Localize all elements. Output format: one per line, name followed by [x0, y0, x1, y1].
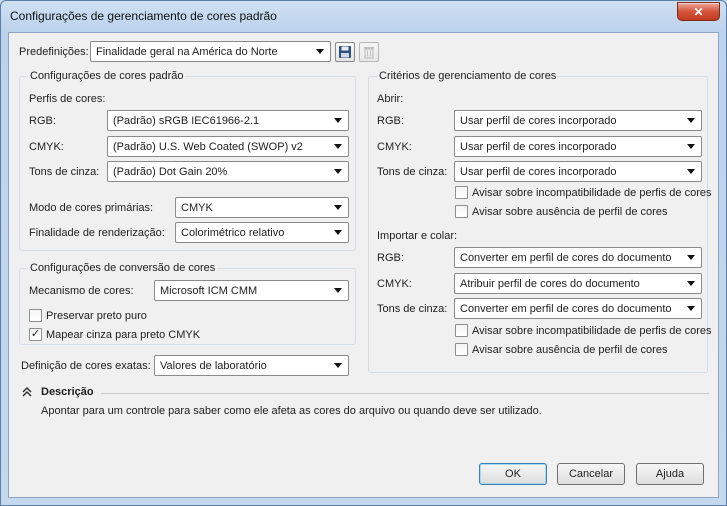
primary-color-mode-select[interactable]: CMYK — [175, 197, 349, 218]
map-gray-to-black-checkbox[interactable]: ✓ — [29, 328, 42, 341]
rendering-intent-label: Finalidade de renderização: — [29, 227, 165, 239]
trash-icon — [364, 47, 374, 59]
import-gray-policy-select[interactable]: Converter em perfil de cores do document… — [454, 298, 702, 319]
chevron-down-icon — [687, 281, 695, 286]
default-cmyk-select[interactable]: (Padrão) U.S. Web Coated (SWOP) v2 — [107, 136, 349, 157]
import-warn-missing-checkbox[interactable] — [455, 343, 468, 356]
color-engine-value: Microsoft ICM CMM — [160, 284, 258, 297]
open-rgb-label: RGB: — [377, 115, 404, 127]
chevron-down-icon — [687, 306, 695, 311]
import-cmyk-policy-value: Atribuir perfil de cores do documento — [460, 277, 640, 290]
open-label: Abrir: — [377, 93, 404, 105]
default-cmyk-value: (Padrão) U.S. Web Coated (SWOP) v2 — [113, 140, 303, 153]
open-cmyk-policy-select[interactable]: Usar perfil de cores incorporado — [454, 136, 702, 157]
spot-color-definition-label: Definição de cores exatas: — [21, 360, 151, 372]
chevron-down-icon — [316, 49, 324, 54]
preserve-pure-black-label: Preservar preto puro — [46, 310, 147, 322]
open-rgb-policy-select[interactable]: Usar perfil de cores incorporado — [454, 110, 702, 131]
default-cmyk-label: CMYK: — [29, 141, 64, 153]
ok-button-label: OK — [505, 468, 521, 480]
open-cmyk-policy-value: Usar perfil de cores incorporado — [460, 140, 617, 153]
import-warn-mismatch-checkbox[interactable] — [455, 324, 468, 337]
color-profiles-label: Perfis de cores: — [29, 93, 106, 105]
chevron-down-icon — [334, 169, 342, 174]
chevron-down-icon — [334, 144, 342, 149]
color-engine-select[interactable]: Microsoft ICM CMM — [154, 280, 349, 301]
default-gray-select[interactable]: (Padrão) Dot Gain 20% — [107, 161, 349, 182]
chevron-down-icon — [687, 118, 695, 123]
default-color-settings-title: Configurações de cores padrão — [28, 70, 186, 82]
cancel-button[interactable]: Cancelar — [557, 463, 625, 485]
default-rgb-label: RGB: — [29, 115, 56, 127]
chevron-down-icon — [687, 144, 695, 149]
description-divider — [101, 393, 709, 394]
delete-preset-button[interactable] — [359, 42, 379, 62]
primary-color-mode-value: CMYK — [181, 201, 213, 214]
help-button-label: Ajuda — [655, 468, 685, 480]
cancel-button-label: Cancelar — [568, 468, 614, 480]
open-cmyk-label: CMYK: — [377, 141, 412, 153]
import-gray-label: Tons de cinza: — [377, 303, 448, 315]
import-warn-mismatch-label: Avisar sobre incompatibilidade de perfis… — [472, 325, 712, 337]
chevron-down-icon — [334, 118, 342, 123]
open-warn-mismatch-label: Avisar sobre incompatibilidade de perfis… — [472, 187, 712, 199]
import-cmyk-policy-select[interactable]: Atribuir perfil de cores do documento — [454, 273, 702, 294]
dialog-window: Configurações de gerenciamento de cores … — [0, 0, 727, 506]
default-gray-value: (Padrão) Dot Gain 20% — [113, 165, 228, 178]
save-preset-button[interactable] — [335, 42, 355, 62]
presets-value: Finalidade geral na América do Norte — [96, 45, 278, 58]
collapse-description-button[interactable] — [21, 386, 35, 400]
window-title: Configurações de gerenciamento de cores … — [10, 9, 277, 23]
ok-button[interactable]: OK — [479, 463, 547, 485]
open-warn-mismatch-checkbox[interactable] — [455, 186, 468, 199]
rendering-intent-select[interactable]: Colorimétrico relativo — [175, 222, 349, 243]
import-cmyk-label: CMYK: — [377, 278, 412, 290]
double-chevron-up-icon — [22, 386, 32, 397]
checkmark-icon: ✓ — [30, 328, 41, 340]
chevron-down-icon — [334, 205, 342, 210]
default-rgb-value: (Padrão) sRGB IEC61966-2.1 — [113, 114, 260, 127]
help-button[interactable]: Ajuda — [636, 463, 704, 485]
default-rgb-select[interactable]: (Padrão) sRGB IEC61966-2.1 — [107, 110, 349, 131]
close-button[interactable]: ✕ — [677, 2, 720, 21]
rendering-intent-value: Colorimétrico relativo — [181, 226, 285, 239]
spot-color-definition-select[interactable]: Valores de laboratório — [154, 355, 349, 376]
spot-color-definition-value: Valores de laboratório — [160, 359, 267, 372]
description-title: Descrição — [41, 386, 94, 398]
import-warn-missing-label: Avisar sobre ausência de perfil de cores — [472, 344, 668, 356]
description-text: Apontar para um controle para saber como… — [41, 405, 542, 417]
dialog-client-area: Predefinições: Finalidade geral na Améri… — [8, 32, 719, 498]
presets-label: Predefinições: — [19, 46, 89, 58]
preserve-pure-black-checkbox[interactable] — [29, 309, 42, 322]
open-warn-missing-checkbox[interactable] — [455, 205, 468, 218]
open-gray-policy-value: Usar perfil de cores incorporado — [460, 165, 617, 178]
import-gray-policy-value: Converter em perfil de cores do document… — [460, 302, 672, 315]
color-policies-title: Critérios de gerenciamento de cores — [377, 70, 559, 82]
import-rgb-policy-select[interactable]: Converter em perfil de cores do document… — [454, 247, 702, 268]
save-icon — [339, 46, 351, 58]
title-bar[interactable]: Configurações de gerenciamento de cores … — [1, 1, 726, 31]
default-gray-label: Tons de cinza: — [29, 166, 100, 178]
open-gray-policy-select[interactable]: Usar perfil de cores incorporado — [454, 161, 702, 182]
chevron-down-icon — [334, 230, 342, 235]
map-gray-to-black-label: Mapear cinza para preto CMYK — [46, 329, 201, 341]
import-paste-label: Importar e colar: — [377, 230, 458, 242]
chevron-down-icon — [334, 363, 342, 368]
chevron-down-icon — [687, 169, 695, 174]
chevron-down-icon — [334, 288, 342, 293]
presets-select[interactable]: Finalidade geral na América do Norte — [90, 41, 331, 62]
open-gray-label: Tons de cinza: — [377, 166, 448, 178]
open-rgb-policy-value: Usar perfil de cores incorporado — [460, 114, 617, 127]
close-icon: ✕ — [693, 4, 704, 19]
color-engine-label: Mecanismo de cores: — [29, 285, 134, 297]
import-rgb-policy-value: Converter em perfil de cores do document… — [460, 251, 672, 264]
open-warn-missing-label: Avisar sobre ausência de perfil de cores — [472, 206, 668, 218]
primary-color-mode-label: Modo de cores primárias: — [29, 202, 154, 214]
chevron-down-icon — [687, 255, 695, 260]
import-rgb-label: RGB: — [377, 252, 404, 264]
color-conversion-title: Configurações de conversão de cores — [28, 262, 218, 274]
